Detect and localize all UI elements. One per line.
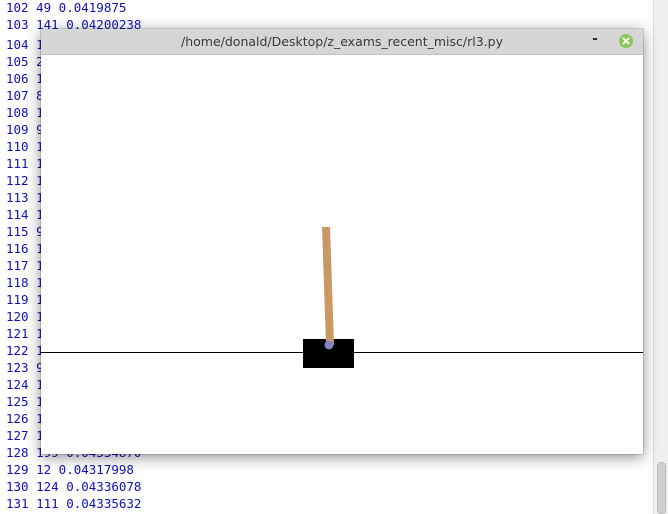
terminal-scrollbar[interactable] [653,0,668,514]
terminal-line: 125 1 [6,394,44,409]
terminal-line: 110 1 [6,139,44,154]
terminal-line: 130 124 0.04336078 [6,479,142,494]
terminal-line: 105 2 [6,54,44,69]
terminal-line: 113 1 [6,190,44,205]
terminal-line: 102 49 0.0419875 [6,0,127,15]
render-window: /home/donald/Desktop/z_exams_recent_misc… [41,29,643,454]
terminal-line: 122 1 [6,343,44,358]
terminal-line: 118 1 [6,275,44,290]
terminal-line: 121 1 [6,326,44,341]
terminal-line: 112 1 [6,173,44,188]
terminal-line: 127 1 [6,428,44,443]
close-icon [622,37,630,45]
terminal-line: 115 9 [6,224,44,239]
cartpole-scene [41,227,643,368]
terminal-line: 114 1 [6,207,44,222]
terminal-line: 106 1 [6,71,44,86]
terminal-line: 108 1 [6,105,44,120]
window-title: /home/donald/Desktop/z_exams_recent_misc… [181,34,503,49]
scrollbar-thumb[interactable] [657,462,666,514]
terminal-line: 119 1 [6,292,44,307]
minimize-button[interactable]: - [587,31,603,49]
terminal-line: 111 1 [6,156,44,171]
terminal-line: 107 8 [6,88,44,103]
terminal-line: 123 9 [6,360,44,375]
cartpole-canvas [41,55,643,454]
terminal-line: 126 1 [6,411,44,426]
axle [324,340,334,350]
terminal-line: 104 1 [6,37,44,52]
pole [322,227,334,345]
terminal-line: 129 12 0.04317998 [6,462,134,477]
terminal-line: 124 1 [6,377,44,392]
window-titlebar[interactable]: /home/donald/Desktop/z_exams_recent_misc… [41,29,643,55]
terminal-line: 131 111 0.04335632 [6,496,142,511]
close-button[interactable] [619,34,633,48]
terminal-line: 117 1 [6,258,44,273]
terminal-line: 120 1 [6,309,44,324]
minimize-icon: - [592,31,598,47]
terminal-line: 109 9 [6,122,44,137]
terminal-line: 116 1 [6,241,44,256]
